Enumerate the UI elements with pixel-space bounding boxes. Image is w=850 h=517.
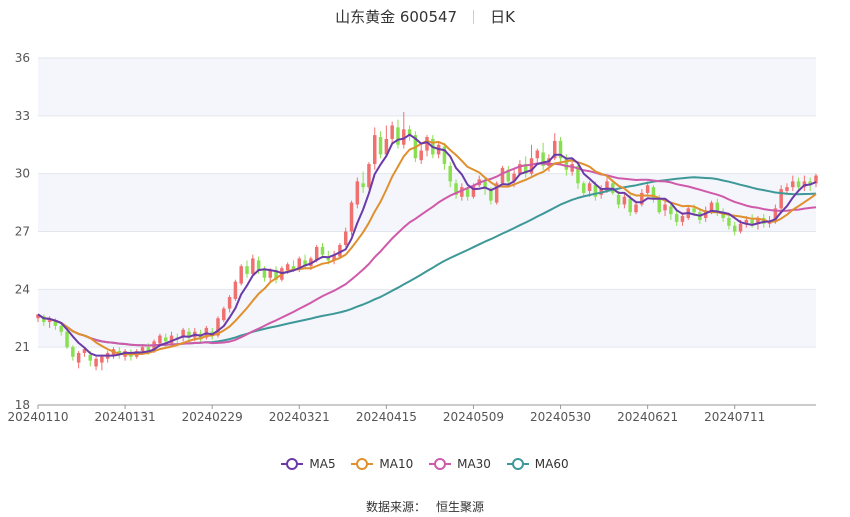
ma10-line-icon [351, 458, 374, 470]
candle-body [587, 183, 592, 192]
candle-body [582, 183, 586, 193]
candle-body [750, 219, 754, 224]
legend-item-ma5[interactable]: MA5 [281, 457, 336, 471]
ma60-line-icon [506, 458, 529, 470]
candle-body [674, 214, 679, 222]
candle-body [320, 246, 325, 255]
legend-item-ma60[interactable]: MA60 [506, 457, 569, 471]
x-tick-label: 20240415 [356, 410, 417, 424]
candle-body [367, 164, 371, 188]
y-tick-label: 27 [15, 225, 30, 239]
candle-body [616, 194, 621, 205]
candle-body [465, 189, 470, 197]
source-label: 数据来源： [365, 500, 426, 514]
y-tick-label: 30 [15, 167, 30, 181]
grid-band [38, 289, 816, 348]
kline-chart: 1821242730333620240110 20240131 20240229 20… [7, 51, 818, 424]
candle-body [245, 266, 249, 274]
candle-body [285, 264, 290, 271]
legend-label-ma10: MA10 [379, 457, 414, 471]
candle-body [59, 325, 63, 332]
candle-body [791, 181, 795, 188]
candle-body [622, 196, 627, 205]
candle-body [71, 347, 75, 357]
x-tick-label: 20240131 [95, 410, 156, 424]
x-tick-label: 20240229 [182, 410, 243, 424]
candle-body [738, 223, 743, 232]
candle-body [140, 347, 145, 352]
x-tick-label: 20240530 [530, 410, 591, 424]
candle-body [645, 185, 650, 193]
y-tick-label: 33 [15, 109, 30, 123]
chart-legend: MA5 MA10 MA30 MA60 [0, 457, 850, 474]
x-tick-label: 20240321 [269, 410, 330, 424]
candle-body [732, 225, 737, 232]
ma30-line-icon [429, 458, 452, 470]
legend-item-ma10[interactable]: MA10 [351, 457, 413, 471]
candle-body [396, 127, 400, 145]
x-tick-label: 20240621 [617, 410, 678, 424]
candle-body [663, 204, 667, 211]
candle-body [227, 297, 232, 309]
candle-body [564, 158, 569, 170]
candle-body [785, 187, 789, 192]
x-tick-label: 20240110 [7, 410, 68, 424]
candle-body [361, 183, 365, 188]
legend-label-ma5: MA5 [309, 457, 336, 471]
ma5-line-icon [281, 458, 304, 470]
candle-body [94, 358, 98, 367]
candle-body [680, 216, 685, 222]
candle-body [448, 165, 452, 182]
candle-body [796, 181, 801, 188]
candle-body [692, 208, 696, 213]
candle-body [634, 204, 638, 213]
candle-body [222, 308, 226, 321]
candle-body [251, 258, 255, 274]
candle-body [500, 167, 505, 184]
grid-band [38, 173, 816, 232]
candle-body [163, 337, 168, 342]
candle-body [158, 335, 162, 344]
candle-body [100, 356, 104, 363]
candle-body [256, 260, 261, 271]
candle-body [373, 135, 377, 165]
candle-body [262, 270, 267, 278]
candle-body [419, 150, 423, 161]
candle-body [47, 320, 52, 323]
candle-body [535, 150, 540, 159]
candle-body [669, 206, 673, 215]
y-tick-label: 21 [15, 340, 30, 354]
candle-body [343, 231, 348, 245]
candle-body [76, 352, 81, 363]
candle-body [390, 125, 394, 139]
candle-body [378, 137, 383, 155]
x-tick-label: 20240509 [443, 410, 504, 424]
grid-band [38, 58, 816, 116]
legend-label-ma60: MA60 [534, 457, 569, 471]
source-provider: 恒生聚源 [436, 500, 485, 514]
candle-body [727, 218, 731, 226]
data-source: 数据来源： 恒生聚源 [0, 498, 850, 515]
legend-item-ma30[interactable]: MA30 [429, 457, 491, 471]
candle-body [628, 198, 632, 213]
candle-body [239, 266, 243, 284]
candle-body [88, 354, 92, 361]
y-tick-label: 24 [15, 282, 30, 296]
candle-body [709, 202, 714, 211]
candle-body [349, 202, 354, 232]
candle-body [593, 185, 598, 197]
legend-label-ma30: MA30 [457, 457, 491, 471]
candle-body [657, 198, 661, 213]
candle-body [355, 181, 360, 205]
candle-body [233, 281, 238, 299]
x-tick-label: 20240711 [704, 410, 765, 424]
candle-body [65, 331, 69, 348]
y-tick-label: 36 [15, 51, 30, 65]
